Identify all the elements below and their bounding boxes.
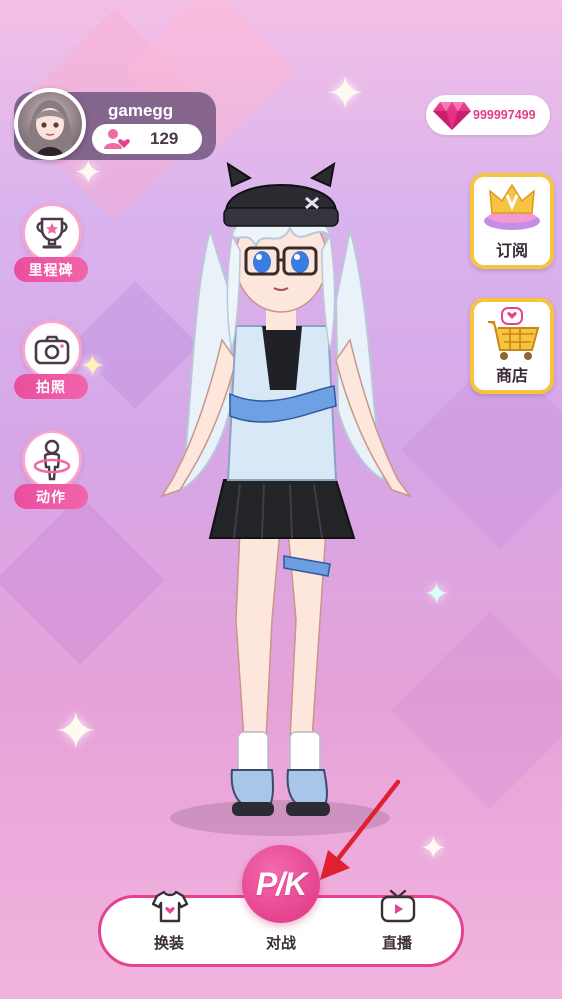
milestone-label: 里程碑 bbox=[14, 257, 88, 282]
photo-label: 拍照 bbox=[14, 374, 88, 399]
nav-live-label: 直播 bbox=[381, 934, 412, 952]
photo-button[interactable]: 拍照 bbox=[14, 320, 100, 410]
pose-button[interactable]: 动作 bbox=[14, 430, 100, 520]
shop-button[interactable]: 商店 bbox=[470, 298, 554, 394]
milestone-button[interactable]: 里程碑 bbox=[14, 203, 100, 293]
trophy-icon bbox=[36, 217, 68, 249]
crown-icon bbox=[484, 183, 540, 230]
pk-button-label: P/K bbox=[255, 865, 307, 902]
shopping-cart-icon bbox=[488, 307, 540, 360]
avatar-portrait-icon bbox=[27, 100, 73, 156]
sparkle-icon: ✦ bbox=[54, 703, 98, 761]
sparkle-icon: ✦ bbox=[326, 67, 365, 119]
pose-label: 动作 bbox=[14, 484, 88, 509]
tshirt-icon bbox=[151, 890, 189, 923]
subscribe-label: 订阅 bbox=[495, 241, 528, 260]
live-tv-icon bbox=[380, 889, 416, 923]
pose-circle bbox=[22, 430, 82, 490]
gem-icon bbox=[433, 102, 471, 130]
pointer-arrow-icon bbox=[320, 779, 401, 880]
username: gamegg bbox=[108, 101, 174, 120]
person-heart-icon bbox=[104, 129, 130, 149]
nav-dress-up-label: 换装 bbox=[153, 934, 184, 952]
sparkle-icon: ✦ bbox=[74, 154, 103, 192]
shop-label: 商店 bbox=[495, 366, 528, 385]
milestone-circle bbox=[22, 203, 82, 263]
camera-icon bbox=[34, 335, 70, 365]
gem-count: 999997499 bbox=[473, 108, 536, 122]
nav-battle-label: 对战 bbox=[265, 934, 296, 952]
gem-balance[interactable]: 999997499 bbox=[426, 95, 550, 135]
subscribe-button[interactable]: 订阅 bbox=[470, 173, 554, 269]
likes-count: 129 bbox=[150, 129, 179, 148]
pk-battle-button[interactable]: P/K bbox=[242, 845, 320, 923]
pose-icon bbox=[33, 439, 71, 481]
nav-dress-up[interactable]: 换装 bbox=[129, 890, 209, 970]
avatar[interactable] bbox=[14, 88, 86, 160]
nav-live[interactable]: 直播 bbox=[357, 889, 437, 970]
photo-circle bbox=[22, 320, 82, 380]
player-character[interactable] bbox=[140, 150, 430, 850]
